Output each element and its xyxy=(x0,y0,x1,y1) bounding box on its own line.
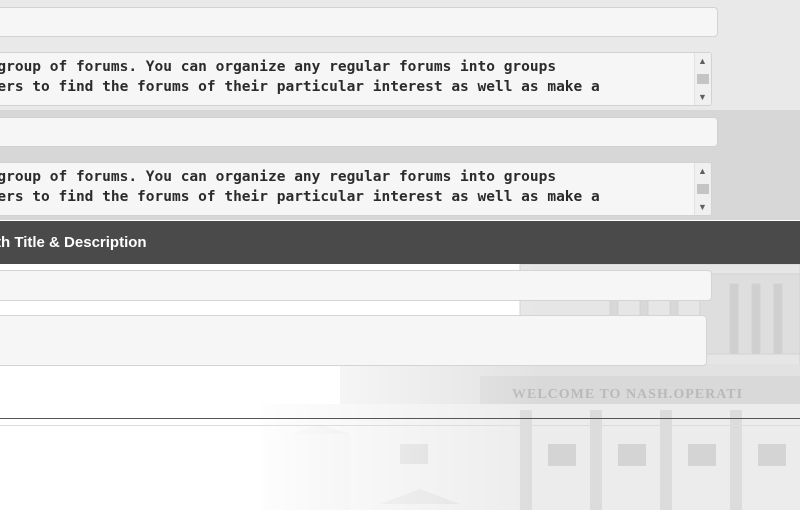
category-row-2: lly a group of forums. You can organize … xyxy=(0,110,800,220)
section-header: th Title & Description xyxy=(0,221,800,264)
scroll-down-arrow-icon[interactable]: ▼ xyxy=(698,92,707,102)
scroll-up-arrow-icon[interactable]: ▲ xyxy=(698,166,707,176)
category-row-1: lly a group of forums. You can organize … xyxy=(0,0,800,110)
category-description-textarea[interactable]: lly a group of forums. You can organize … xyxy=(0,162,712,216)
category-description-text: lly a group of forums. You can organize … xyxy=(0,169,600,205)
category-description-textarea[interactable]: lly a group of forums. You can organize … xyxy=(0,52,712,106)
category-title-input[interactable] xyxy=(0,117,718,147)
section-header-title: th Title & Description xyxy=(0,234,147,251)
scroll-up-arrow-icon[interactable]: ▲ xyxy=(698,56,707,66)
new-description-textarea[interactable] xyxy=(0,315,707,366)
new-title-input[interactable] xyxy=(0,270,712,301)
content-area: WELCOME TO NASH.OPERATI xyxy=(0,264,800,510)
description-scrollbar[interactable]: ▲ ▼ xyxy=(694,163,711,215)
divider xyxy=(0,418,800,419)
category-description-text: lly a group of forums. You can organize … xyxy=(0,59,600,95)
category-title-input[interactable] xyxy=(0,7,718,37)
scrollbar-thumb[interactable] xyxy=(697,184,709,194)
banner-text: WELCOME TO NASH.OPERATI xyxy=(512,387,743,402)
scroll-down-arrow-icon[interactable]: ▼ xyxy=(698,202,707,212)
scrollbar-thumb[interactable] xyxy=(697,74,709,84)
description-scrollbar[interactable]: ▲ ▼ xyxy=(694,53,711,105)
divider xyxy=(0,425,800,426)
